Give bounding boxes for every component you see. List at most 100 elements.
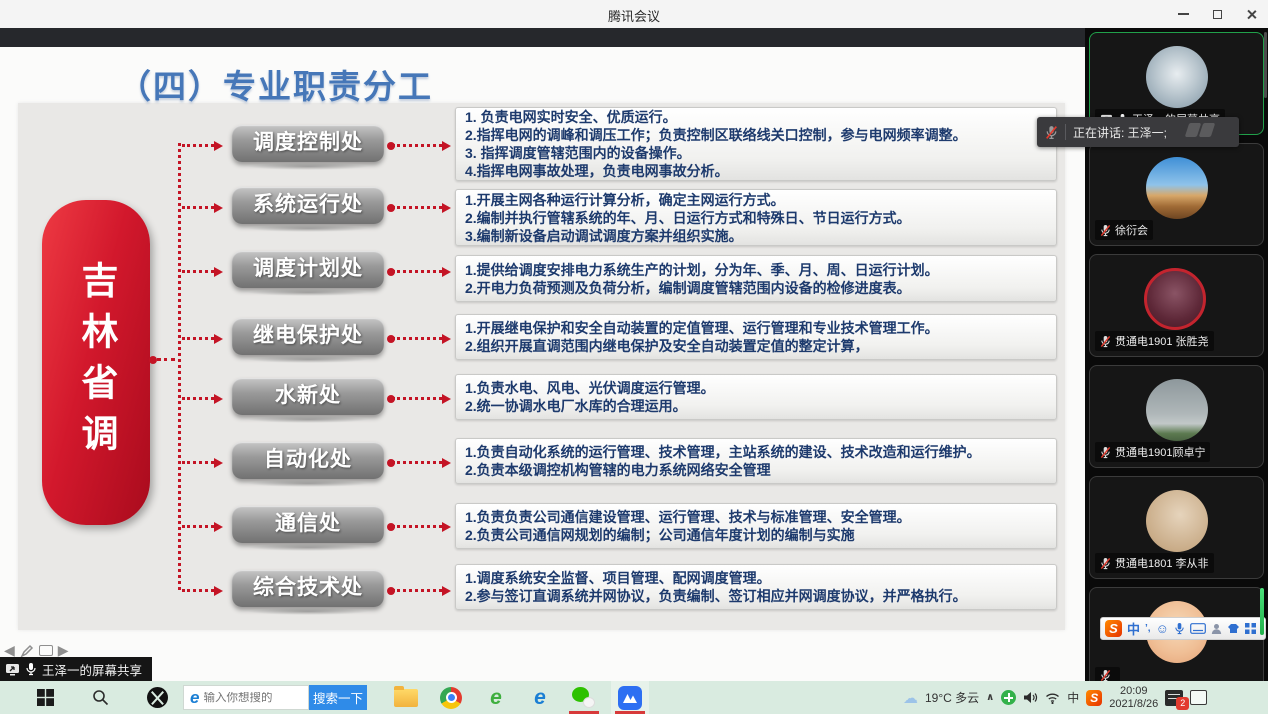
speaking-toast: 正在讲话: 王泽一; xyxy=(1037,117,1239,147)
file-explorer-button[interactable] xyxy=(391,681,421,714)
participant-tile[interactable]: 徐衍会 xyxy=(1089,143,1264,246)
connector-branch xyxy=(182,461,214,464)
duty-box: 1.负责水电、风电、光伏调度运行管理。 2.统一协调水电厂水库的合理运用。 xyxy=(455,374,1057,420)
ime-mode-toggle[interactable]: 中 xyxy=(1127,619,1140,638)
ie-icon: e xyxy=(190,688,199,708)
safety-tray-icon[interactable] xyxy=(1001,690,1016,705)
weather-text[interactable]: 19°C 多云 xyxy=(925,689,979,706)
connector-duty xyxy=(392,589,442,592)
web-search-go-button[interactable]: 搜索一下 xyxy=(309,685,367,710)
minimize-icon xyxy=(1178,13,1189,15)
connector-duty xyxy=(392,337,442,340)
taskbar: e 搜索一下 e e ☁ 19°C 多云 ∧ 中 S 20:09 xyxy=(0,681,1268,714)
desktop: 腾讯会议 （四）专业职责分工 吉林省调 调度控制处 系统运行处 调度计划处 继电… xyxy=(0,0,1268,714)
dept-button: 系统运行处 xyxy=(232,187,384,224)
mic-muted-icon xyxy=(1100,224,1111,237)
slide-top-bar xyxy=(0,28,1085,47)
web-search-box[interactable]: e xyxy=(183,685,309,710)
close-icon xyxy=(1246,9,1257,20)
connector-duty xyxy=(392,144,442,147)
tray-expand-icon[interactable]: ∧ xyxy=(986,692,994,703)
user-icon[interactable] xyxy=(1211,623,1222,635)
toolbox-grid-icon[interactable] xyxy=(1245,623,1256,634)
browser-360-button[interactable]: e xyxy=(481,681,511,714)
dept-button: 水新处 xyxy=(232,378,384,415)
taskbar-search-button[interactable] xyxy=(85,681,115,714)
notification-badge: 2 xyxy=(1176,697,1189,710)
voice-input-icon[interactable] xyxy=(1174,622,1185,635)
participant-tile[interactable]: 贯通电1801 李从非 xyxy=(1089,476,1264,579)
start-button[interactable] xyxy=(30,681,60,714)
wechat-button[interactable] xyxy=(568,681,598,714)
volume-icon[interactable] xyxy=(1023,691,1038,704)
maximize-button[interactable] xyxy=(1200,0,1234,28)
connector-duty xyxy=(392,525,442,528)
duty-line: 3. 指挥调度管辖范围内的设备操作。 xyxy=(465,144,1056,162)
mic-volume-indicator xyxy=(1260,588,1264,635)
connector-branch xyxy=(182,270,214,273)
tencent-meeting-icon xyxy=(618,686,642,710)
window-title: 腾讯会议 xyxy=(0,6,1268,25)
sidebar-scrollbar[interactable] xyxy=(1264,32,1267,98)
close-button[interactable] xyxy=(1234,0,1268,28)
participant-tile[interactable]: 贯通电1901顾卓宁 xyxy=(1089,365,1264,468)
duty-line: 2.组织开展直调范围内继电保护及安全自动装置定值的整定计算， xyxy=(465,337,1056,355)
connector-duty xyxy=(392,270,442,273)
slide-title: （四）专业职责分工 xyxy=(118,60,433,108)
avatar xyxy=(1146,379,1208,441)
meeting-tray-icon[interactable]: 2 xyxy=(1165,690,1183,706)
window-titlebar: 腾讯会议 xyxy=(0,0,1268,28)
duty-line: 1.负责自动化系统的运行管理、技术管理，主站系统的建设、技术改造和运行维护。 xyxy=(465,443,1056,461)
ime-toolbar[interactable]: S 中 ’, ☺ xyxy=(1100,617,1266,640)
tray-date: 2021/8/26 xyxy=(1109,698,1158,711)
network-icon[interactable] xyxy=(1045,692,1060,704)
participant-tile[interactable]: 贯通电1901 张胜尧 xyxy=(1089,254,1264,357)
duty-box: 1.负责自动化系统的运行管理、技术管理，主站系统的建设、技术改造和运行维护。 2… xyxy=(455,438,1057,484)
duty-line: 1. 负责电网实时安全、优质运行。 xyxy=(465,108,1056,126)
mic-muted-icon xyxy=(1100,335,1111,348)
skin-icon[interactable] xyxy=(1227,623,1240,634)
wechat-icon xyxy=(572,687,595,708)
avatar xyxy=(1146,157,1208,219)
dept-button: 通信处 xyxy=(232,506,384,543)
divider xyxy=(1065,124,1066,140)
meeting-watermark-icon xyxy=(1187,123,1213,137)
chrome-icon xyxy=(440,687,462,709)
duty-box: 1. 负责电网实时安全、优质运行。 2.指挥电网的调峰和调压工作；负责控制区联络… xyxy=(455,107,1057,181)
connector-duty xyxy=(392,461,442,464)
dept-button: 综合技术处 xyxy=(232,570,384,607)
emoji-icon[interactable]: ☺ xyxy=(1156,621,1169,636)
shared-screen: （四）专业职责分工 吉林省调 调度控制处 系统运行处 调度计划处 继电保护处 水… xyxy=(0,28,1085,681)
duty-line: 2.参与签订直调系统并网协议，负责编制、签订相应并网调度协议，并严格执行。 xyxy=(465,587,1056,605)
pen-icon[interactable] xyxy=(20,644,34,658)
duty-line: 1.提供给调度安排电力系统生产的计划，分为年、季、月、周、日运行计划。 xyxy=(465,261,1056,279)
ie-button[interactable]: e xyxy=(525,681,555,714)
participant-label: 贯通电1801 李从非 xyxy=(1095,553,1214,573)
keyboard-icon[interactable] xyxy=(1190,623,1206,634)
avatar xyxy=(1146,46,1208,108)
sogou-tray-icon[interactable]: S xyxy=(1086,690,1102,706)
mic-icon xyxy=(25,662,37,676)
clock[interactable]: 20:09 2021/8/26 xyxy=(1109,685,1158,711)
chrome-button[interactable] xyxy=(436,681,466,714)
action-center-icon[interactable] xyxy=(1190,690,1207,705)
share-banner: 王泽一的屏幕共享 xyxy=(0,657,152,681)
pinwheel-app-button[interactable] xyxy=(142,681,172,714)
pinwheel-icon xyxy=(147,687,168,708)
comment-icon[interactable] xyxy=(39,645,53,656)
connector-branch xyxy=(182,397,214,400)
tencent-meeting-button[interactable] xyxy=(614,681,646,714)
folder-icon xyxy=(394,689,418,707)
duty-line: 2.负责本级调控机构管辖的电力系统网络安全管理 xyxy=(465,461,1056,479)
web-search-input[interactable] xyxy=(203,692,291,704)
org-box: 吉林省调 xyxy=(42,200,150,525)
connector-branch xyxy=(182,206,214,209)
weather-cloud-icon[interactable]: ☁ xyxy=(903,689,918,707)
search-icon xyxy=(92,689,109,706)
connector-trunk xyxy=(178,143,181,590)
minimize-button[interactable] xyxy=(1166,0,1200,28)
duty-box: 1.开展继电保护和安全自动装置的定值管理、运行管理和专业技术管理工作。 2.组织… xyxy=(455,314,1057,360)
ime-punct-toggle[interactable]: ’, xyxy=(1145,623,1151,634)
sogou-logo-icon[interactable]: S xyxy=(1105,620,1122,637)
ime-tray-mode[interactable]: 中 xyxy=(1067,689,1079,706)
